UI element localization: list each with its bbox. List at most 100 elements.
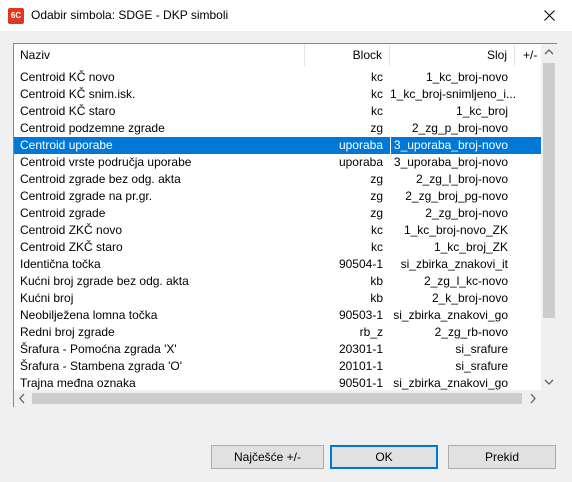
row-block: 90504-1 [338,257,383,271]
row-sloj: 1_kc_broj [455,104,508,118]
row-sloj: si_srafure [455,359,508,373]
prekid-button[interactable]: Prekid [448,445,556,469]
list-row[interactable]: Redni broj zgrade rb_z 2_zg_rb-novo [14,324,541,341]
list-row[interactable]: Identična točka 90504-1 si_zbirka_znakovi_… [14,256,541,273]
row-block: 90503-1 [338,308,383,322]
row-sloj: 2_zg_broj-novo [425,206,508,220]
row-name: Kućni broj zgrade bez odg. akta [20,274,189,288]
list-row[interactable]: Centroid KČ snim.isk. kc 1_kc_broj-snimlje… [14,86,541,103]
vertical-scrollbar[interactable] [541,44,557,390]
row-block: kc [371,87,383,101]
row-block: kb [370,274,383,288]
list-row[interactable]: Centroid ZKČ staro kc 1_kc_broj_ZK [14,239,541,256]
row-name: Neobilježena lomna točka [20,308,158,322]
row-name: Šrafura - Stambena zgrada 'O' [20,359,182,373]
row-name: Centroid zgrade [20,206,106,220]
scroll-down-button[interactable] [541,373,557,390]
list-rows: Centroid KČ novo kc 1_kc_broj-novo Centroid… [14,69,541,391]
row-sloj: 1_kc_broj-snimljeno_i... [390,87,515,101]
najcesce-button[interactable]: Najčešće +/- [211,445,324,469]
row-block: kc [371,70,383,84]
row-name: Centroid KČ snim.isk. [20,87,136,101]
chevron-down-icon [544,379,554,385]
list-row[interactable]: Šrafura - Stambena zgrada 'O' 20101-1 si_s… [14,358,541,375]
symbol-list[interactable]: Naziv Block Sloj +/- Centroid KČ novo kc 1… [13,43,557,407]
row-block: 90501-1 [338,376,383,390]
row-block: uporaba [338,138,383,152]
row-sloj: 2_zg_l_broj-novo [415,172,508,186]
row-sloj: 2_zg_broj_pg-novo [405,189,508,203]
row-name: Centroid KČ novo [20,70,115,84]
list-row[interactable]: Centroid uporabe uporaba 3_uporaba_broj-no… [14,137,541,154]
list-row[interactable]: Centroid vrste područja uporabe uporaba 3_… [14,154,541,171]
horizontal-scroll-thumb[interactable] [32,393,522,404]
row-block: rb_z [359,325,383,339]
row-block: zg [370,121,383,135]
row-name: Kućni broj [20,291,74,305]
row-name: Redni broj zgrade [20,325,115,339]
chevron-up-icon [544,49,554,55]
row-sloj: 2_zg_l_kc-novo [423,274,508,288]
row-name: Centroid podzemne zgrade [20,121,165,135]
close-icon [544,10,555,21]
row-block: kb [370,291,383,305]
title-bar: 6C Odabir simbola: SDGE - DKP simboli [0,0,572,31]
chevron-left-icon [19,393,25,404]
row-sloj: si_zbirka_znakovi_go [393,308,508,322]
list-row[interactable]: Šrafura - Pomoćna zgrada 'X' 20301-1 si_sr… [14,341,541,358]
row-sloj: si_srafure [455,342,508,356]
row-name: Centroid KČ staro [20,104,116,118]
column-header-plus-minus[interactable]: +/- [515,44,541,66]
row-sloj: si_zbirka_znakovi_it [400,257,508,271]
row-sloj: 3_uporaba_broj-novo [390,137,515,154]
row-block: 20301-1 [338,342,383,356]
horizontal-scrollbar[interactable] [14,390,541,407]
row-block: zg [370,172,383,186]
row-sloj: 2_zg_rb-novo [434,325,508,339]
row-block: 20101-1 [338,359,383,373]
app-icon: 6C [8,8,24,24]
row-sloj: si_zbirka_znakovi_go [393,376,508,390]
window-title: Odabir simbola: SDGE - DKP simboli [31,8,229,22]
row-block: uporaba [338,155,383,169]
column-header-block[interactable]: Block [305,44,390,66]
row-name: Šrafura - Pomoćna zgrada 'X' [20,342,177,356]
row-name: Centroid zgrade na pr.gr. [20,189,153,203]
list-row[interactable]: Centroid KČ staro kc 1_kc_broj [14,103,541,120]
row-sloj: 1_kc_broj-novo [425,70,508,84]
list-row[interactable]: Centroid zgrade zg 2_zg_broj-novo [14,205,541,222]
scroll-left-button[interactable] [14,390,31,407]
list-row[interactable]: Centroid KČ novo kc 1_kc_broj-novo [14,69,541,86]
row-sloj: 2_k_broj-novo [431,291,508,305]
list-row[interactable]: Centroid podzemne zgrade zg 2_zg_p_broj-no… [14,120,541,137]
row-block: kc [371,240,383,254]
vertical-scroll-thumb[interactable] [543,63,555,318]
list-row[interactable]: Centroid zgrade na pr.gr. zg 2_zg_broj_pg-… [14,188,541,205]
row-sloj: 3_uporaba_broj-novo [393,155,508,169]
scroll-up-button[interactable] [541,44,557,61]
list-header: Naziv Block Sloj +/- [14,44,541,66]
ok-button[interactable]: OK [330,445,438,469]
row-name: Trajna međna oznaka [20,376,136,390]
row-block: kc [371,223,383,237]
list-row[interactable]: Centroid ZKČ novo kc 1_kc_broj-novo_ZK [14,222,541,239]
list-row[interactable]: Trajna međna oznaka 90501-1 si_zbirka_znak… [14,375,541,391]
row-name: Centroid vrste područja uporabe [20,155,192,169]
chevron-right-icon [530,393,536,404]
close-button[interactable] [526,0,572,31]
row-name: Centroid ZKČ staro [20,240,123,254]
row-block: kc [371,104,383,118]
list-row[interactable]: Centroid zgrade bez odg. akta zg 2_zg_l_br… [14,171,541,188]
list-row[interactable]: Kućni broj kb 2_k_broj-novo [14,290,541,307]
row-name: Centroid ZKČ novo [20,223,123,237]
scroll-right-button[interactable] [524,390,541,407]
list-row[interactable]: Kućni broj zgrade bez odg. akta kb 2_zg_l_… [14,273,541,290]
list-row[interactable]: Neobilježena lomna točka 90503-1 si_zbirka… [14,307,541,324]
scrollbar-corner [541,390,557,407]
row-name: Centroid uporabe [20,138,113,152]
row-block: zg [370,206,383,220]
column-header-naziv[interactable]: Naziv [14,44,305,66]
row-sloj: 1_kc_broj_ZK [433,240,508,254]
row-sloj: 1_kc_broj-novo_ZK [403,223,508,237]
column-header-sloj[interactable]: Sloj [390,44,515,66]
